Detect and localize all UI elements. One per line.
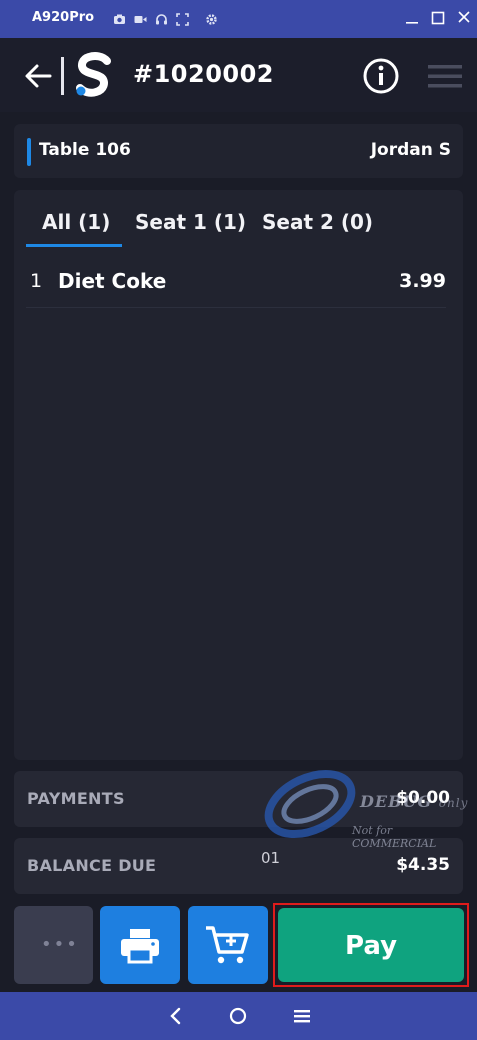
minimize-icon[interactable] — [405, 8, 419, 28]
fullscreen-icon[interactable] — [176, 11, 189, 26]
headphones-icon[interactable] — [155, 11, 168, 25]
settings-icon[interactable] — [205, 11, 218, 25]
header-divider — [61, 57, 64, 95]
pay-button-highlight: Pay — [273, 903, 469, 987]
item-quantity: 1 — [30, 270, 43, 292]
device-name: A920Pro — [32, 10, 95, 25]
payments-label: PAYMENTS — [27, 789, 125, 808]
emulator-tools — [113, 11, 218, 26]
item-price: 3.99 — [399, 270, 446, 292]
cart-button[interactable] — [188, 906, 268, 984]
back-arrow-icon[interactable] — [24, 62, 54, 90]
system-navigation-bar — [0, 992, 477, 1040]
payments-row: PAYMENTS $0.00 — [14, 771, 463, 827]
balance-due-value: $4.35 — [396, 855, 450, 875]
camera-icon[interactable] — [113, 11, 126, 24]
selected-tab-indicator — [26, 244, 122, 247]
order-content: Table 106 Jordan S All (1) Seat 1 (1) Se… — [0, 112, 477, 992]
cart-icon — [206, 926, 249, 964]
nav-menu-icon[interactable] — [292, 1006, 312, 1026]
table-name: Table 106 — [39, 140, 131, 160]
maximize-icon[interactable] — [431, 8, 445, 28]
window-controls — [405, 8, 471, 28]
pay-button-label: Pay — [344, 931, 398, 961]
emulator-title-bar: A920Pro — [0, 0, 477, 38]
close-icon[interactable] — [457, 8, 471, 28]
app-header: #1020002 — [0, 38, 477, 112]
tab-all[interactable]: All (1) — [42, 210, 110, 234]
table-accent-bar — [27, 138, 31, 166]
printer-icon — [121, 929, 159, 964]
payments-value: $0.00 — [396, 788, 450, 808]
print-button[interactable] — [100, 906, 180, 984]
action-bar: ••• Pay — [0, 903, 477, 987]
info-icon[interactable] — [363, 58, 399, 94]
table-info-card: Table 106 Jordan S — [14, 124, 463, 178]
order-number: #1020002 — [133, 60, 275, 88]
pay-button[interactable]: Pay — [278, 908, 464, 982]
tab-seat-1[interactable]: Seat 1 (1) — [135, 210, 246, 234]
server-name: Jordan S — [370, 140, 451, 160]
hamburger-menu-icon[interactable] — [428, 62, 462, 90]
balance-due-label: BALANCE DUE — [27, 856, 157, 875]
item-name: Diet Coke — [58, 269, 167, 293]
more-options-button[interactable]: ••• — [14, 906, 93, 984]
balance-due-row: BALANCE DUE $4.35 — [14, 838, 463, 894]
order-item-row[interactable]: 1 Diet Coke 3.99 — [26, 260, 446, 308]
tab-seat-2[interactable]: Seat 2 (0) — [262, 210, 373, 234]
more-dots: ••• — [41, 934, 79, 955]
order-items-card: All (1) Seat 1 (1) Seat 2 (0) 1 Diet Cok… — [14, 190, 463, 760]
app-logo — [74, 52, 114, 98]
nav-back-icon[interactable] — [166, 1006, 186, 1026]
video-icon[interactable] — [134, 11, 147, 24]
balance-code: 01 — [261, 849, 281, 867]
nav-home-icon[interactable] — [228, 1006, 248, 1026]
